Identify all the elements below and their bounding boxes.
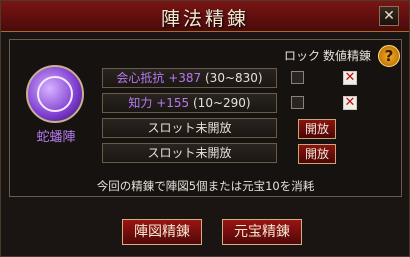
refine-column-header: 数値精錬: [323, 49, 372, 63]
slot-1: 会心抵抗 +387 (30~830): [102, 68, 277, 88]
emblem-ring: [37, 76, 73, 112]
slot-1-range: (30~830): [201, 71, 263, 85]
serpent-emblem-icon: [26, 65, 84, 123]
refine-with-scroll-button[interactable]: 陣図精錬: [122, 219, 202, 245]
lock-column-header: ロック: [284, 49, 321, 63]
slot-1-refine-checkbox[interactable]: ✕: [343, 71, 357, 85]
formation-name: 蛇蟠陣: [36, 130, 76, 145]
slot-4-open-button[interactable]: 開放: [298, 144, 336, 164]
slot-3: スロット未開放: [102, 118, 277, 138]
slot-2: 知力 +155 (10~290): [102, 93, 277, 113]
close-icon: ✕: [383, 8, 395, 24]
slot-3-open-button[interactable]: 開放: [298, 119, 336, 139]
slot-2-stat: 知力 +155: [128, 96, 190, 110]
help-icon[interactable]: ?: [378, 45, 400, 67]
close-button[interactable]: ✕: [379, 6, 399, 26]
formation-refine-window: 陣法精錬 ✕ ロック 数値精錬 ? 蛇蟠陣 会心抵抗 +387 (30~830)…: [0, 0, 410, 257]
slot-2-range: (10~290): [189, 96, 251, 110]
slot-2-refine-checkbox[interactable]: ✕: [343, 96, 357, 110]
title-bar: 陣法精錬 ✕: [1, 1, 409, 32]
refine-with-ingot-button[interactable]: 元宝精錬: [222, 219, 302, 245]
cost-note: 今回の精錬で陣図5個または元宝10を消耗: [96, 179, 315, 193]
slot-4: スロット未開放: [102, 143, 277, 163]
slot-1-lock-checkbox[interactable]: [291, 71, 304, 84]
slot-2-lock-checkbox[interactable]: [291, 96, 304, 109]
window-title: 陣法精錬: [160, 8, 249, 30]
slot-1-stat: 会心抵抗 +387: [116, 71, 202, 85]
